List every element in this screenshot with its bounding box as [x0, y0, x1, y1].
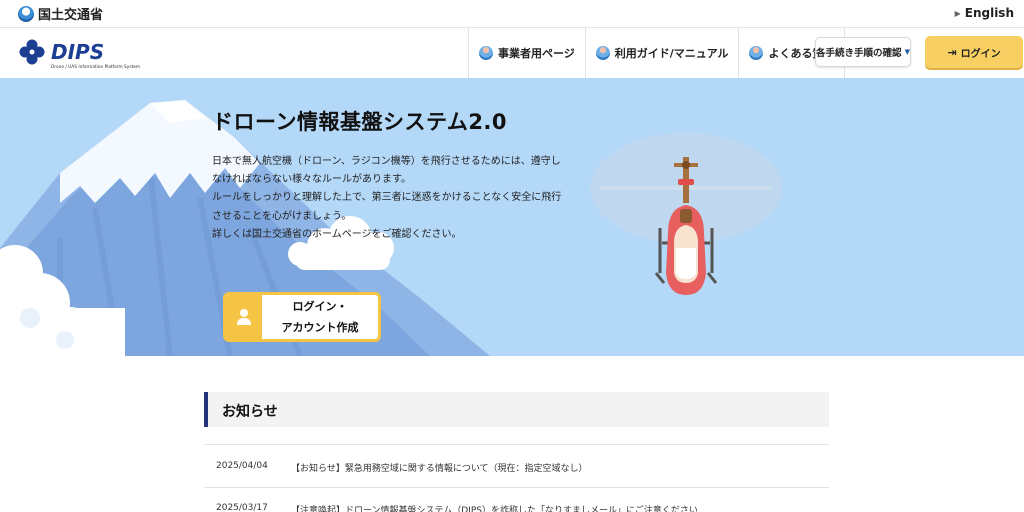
account-button-line2: アカウント作成 — [281, 321, 359, 334]
english-label: English — [964, 6, 1014, 20]
news-item[interactable]: 2025/03/17 【注意喚起】ドローン情報基盤システム（DIPS）を詐称した… — [204, 499, 829, 512]
news-date: 2025/04/04 — [216, 461, 268, 471]
news-date: 2025/03/17 — [216, 503, 268, 512]
news-title-link[interactable]: 【お知らせ】緊急用務空域に関する情報について（現在：指定空域なし） — [291, 461, 588, 474]
news-divider — [204, 487, 829, 488]
news-heading-text: お知らせ — [222, 404, 278, 420]
nav-business-label: 事業者用ページ — [498, 47, 575, 60]
hero-description-line: させることを心がけましょう。 — [212, 210, 352, 222]
dips-logo[interactable]: DIPS Drone / UAS Information Platform Sy… — [18, 38, 148, 72]
news-title-link[interactable]: 【注意喚起】ドローン情報基盤システム（DIPS）を詐称した「なりすましメール」に… — [291, 503, 698, 512]
person-icon — [749, 46, 764, 60]
login-create-account-button[interactable]: ログイン・ アカウント作成 — [223, 292, 381, 342]
news-heading: お知らせ — [204, 392, 829, 427]
nav-guide-label: 利用ガイド/マニュアル — [614, 47, 729, 60]
hero-banner: ドローン情報基盤システム2.0 日本で無人航空機（ドローン、ラジコン機等）を飛行… — [0, 78, 1024, 356]
logo-wordmark: DIPS — [51, 40, 104, 64]
hero-description-line: なければならない様々なルールがあります。 — [212, 174, 411, 186]
hero-title: ドローン情報基盤システム2.0 — [212, 110, 508, 134]
hero-description-line: ルールをしっかりと理解した上で、第三者に迷惑をかけることなく安全に飛行 — [212, 192, 562, 204]
logo-subtitle: Drone / UAS Information Platform System — [51, 64, 140, 70]
hero-description: 日本で無人航空機（ドローン、ラジコン機等）を飛行させるためには、遵守し なければ… — [212, 153, 582, 244]
nav-user-guide[interactable]: 利用ガイド/マニュアル — [584, 28, 739, 78]
login-label: ログイン — [960, 48, 1001, 60]
login-button[interactable]: ⇥ ログイン — [925, 36, 1023, 68]
triangle-right-icon: ▶ — [954, 8, 961, 18]
news-item[interactable]: 2025/04/04 【お知らせ】緊急用務空域に関する情報について（現在：指定空… — [204, 457, 829, 477]
caret-down-icon: ▼ — [904, 48, 910, 56]
ministry-link[interactable]: 国土交通省 — [18, 4, 103, 23]
person-icon — [595, 46, 610, 60]
procedure-label: 各手続き手順の確認 — [816, 48, 902, 59]
news-divider — [204, 444, 829, 445]
top-strip: 国土交通省 ▶ English — [0, 0, 1024, 28]
hero-description-line: 日本で無人航空機（ドローン、ラジコン機等）を飛行させるためには、遵守し — [212, 156, 561, 167]
english-link[interactable]: ▶ English — [955, 6, 1014, 20]
site-header: DIPS Drone / UAS Information Platform Sy… — [0, 28, 1024, 78]
user-icon — [226, 295, 262, 339]
nav-business-page[interactable]: 事業者用ページ — [468, 28, 585, 78]
main-nav: 事業者用ページ 利用ガイド/マニュアル よくある質問 — [468, 28, 846, 78]
account-button-text: ログイン・ アカウント作成 — [262, 295, 378, 339]
ministry-logo-icon — [18, 5, 34, 22]
helicopter-illustration — [590, 133, 782, 295]
account-button-line1: ログイン・ — [292, 300, 348, 313]
hero-description-line: 詳しくは国土交通省のホームページをご確認ください。 — [212, 228, 462, 240]
login-door-icon: ⇥ — [947, 45, 957, 59]
person-icon — [479, 46, 493, 60]
procedure-dropdown-button[interactable]: 各手続き手順の確認 ▼ — [815, 37, 911, 67]
ministry-name: 国土交通省 — [38, 8, 104, 23]
